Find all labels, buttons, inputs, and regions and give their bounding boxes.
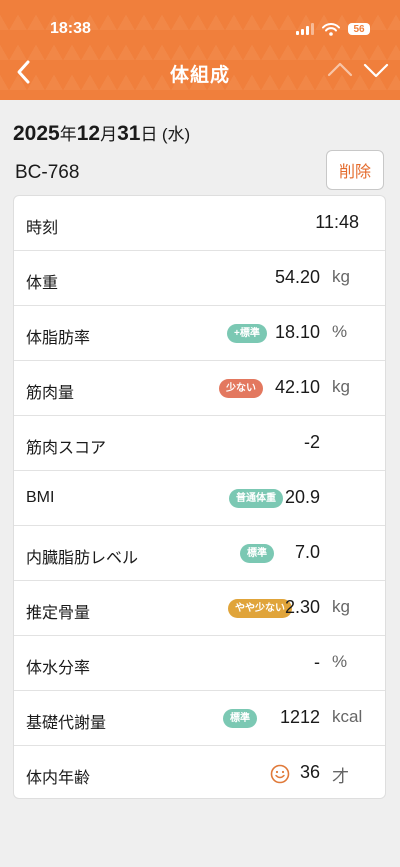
status-badge: 標準 <box>240 544 274 563</box>
row-label: BMI <box>26 489 55 506</box>
row-label: 筋肉スコア <box>26 440 107 457</box>
row-label: 体水分率 <box>26 660 91 677</box>
row-unit: 才 <box>332 767 349 786</box>
row-value: 54.20 <box>274 267 320 287</box>
status-badge: 少ない <box>219 379 263 398</box>
row-label: 時刻 <box>26 220 59 237</box>
row-value: -2 <box>303 432 320 452</box>
row-value: 42.10 <box>274 377 320 397</box>
row-value: 2.30 <box>284 597 320 617</box>
date-day: 31 <box>117 122 141 145</box>
date-month-suffix: 月 <box>100 125 118 144</box>
date-year-suffix: 年 <box>59 125 77 144</box>
measurement-table: 時刻 11:48 体重 54.20 kg 体脂肪率 +標準 18.10 % 筋肉… <box>13 195 386 799</box>
row-label: 体脂肪率 <box>26 330 91 347</box>
record-date: 2025年12月31日 (水) <box>13 120 190 146</box>
row-unit: kg <box>332 377 350 396</box>
row-label: 筋肉量 <box>26 385 75 402</box>
row-value: 20.9 <box>284 487 320 507</box>
status-time: 18:38 <box>50 20 91 37</box>
chevron-up-icon[interactable] <box>326 58 354 82</box>
row-unit: % <box>332 322 348 341</box>
date-weekday: (水) <box>161 125 191 144</box>
row-label: 体重 <box>26 275 59 292</box>
row-bone-mass: 推定骨量 やや少ない 2.30 kg <box>14 581 385 636</box>
status-icons: 56 <box>296 22 370 36</box>
row-body-fat: 体脂肪率 +標準 18.10 % <box>14 306 385 361</box>
row-body-water: 体水分率 - % <box>14 636 385 691</box>
row-label: 内臓脂肪レベル <box>26 550 139 567</box>
delete-button[interactable]: 削除 <box>326 150 384 190</box>
status-badge: 標準 <box>223 709 257 728</box>
row-bmi: BMI 普通体重 20.9 <box>14 471 385 526</box>
date-day-suffix: 日 <box>140 125 158 144</box>
row-value: 18.10 <box>274 322 320 342</box>
app-header: 18:38 56 体組成 <box>0 0 400 100</box>
row-weight: 体重 54.20 kg <box>14 251 385 306</box>
status-badge: +標準 <box>227 324 267 343</box>
device-model: BC-768 <box>15 162 80 183</box>
date-month: 12 <box>76 122 101 145</box>
row-value: 36 <box>299 762 320 782</box>
row-value: 1212 <box>279 707 320 727</box>
status-badge: やや少ない <box>228 599 292 618</box>
row-value: 7.0 <box>294 542 320 562</box>
chevron-down-icon[interactable] <box>362 58 390 82</box>
row-visceral-fat: 内臓脂肪レベル 標準 7.0 <box>14 526 385 581</box>
row-muscle-mass: 筋肉量 少ない 42.10 kg <box>14 361 385 416</box>
row-label: 基礎代謝量 <box>26 715 107 732</box>
row-label: 推定骨量 <box>26 605 91 622</box>
wifi-icon <box>322 22 340 36</box>
row-unit: % <box>332 652 348 671</box>
status-badge: 普通体重 <box>229 489 283 508</box>
row-bmr: 基礎代謝量 標準 1212 kcal <box>14 691 385 746</box>
row-unit: kg <box>332 267 350 286</box>
row-time: 時刻 11:48 <box>14 196 385 251</box>
row-unit: kg <box>332 597 350 616</box>
row-value: 11:48 <box>315 212 359 232</box>
row-label: 体内年齢 <box>26 770 91 787</box>
smiley-face-icon <box>270 764 290 784</box>
row-muscle-score: 筋肉スコア -2 <box>14 416 385 471</box>
row-unit: kcal <box>332 707 363 726</box>
row-body-age: 体内年齢 36 才 <box>14 746 385 798</box>
signal-icon <box>296 23 314 35</box>
row-value: - <box>314 652 320 672</box>
date-year: 2025 <box>13 122 60 145</box>
battery-icon: 56 <box>348 23 370 35</box>
